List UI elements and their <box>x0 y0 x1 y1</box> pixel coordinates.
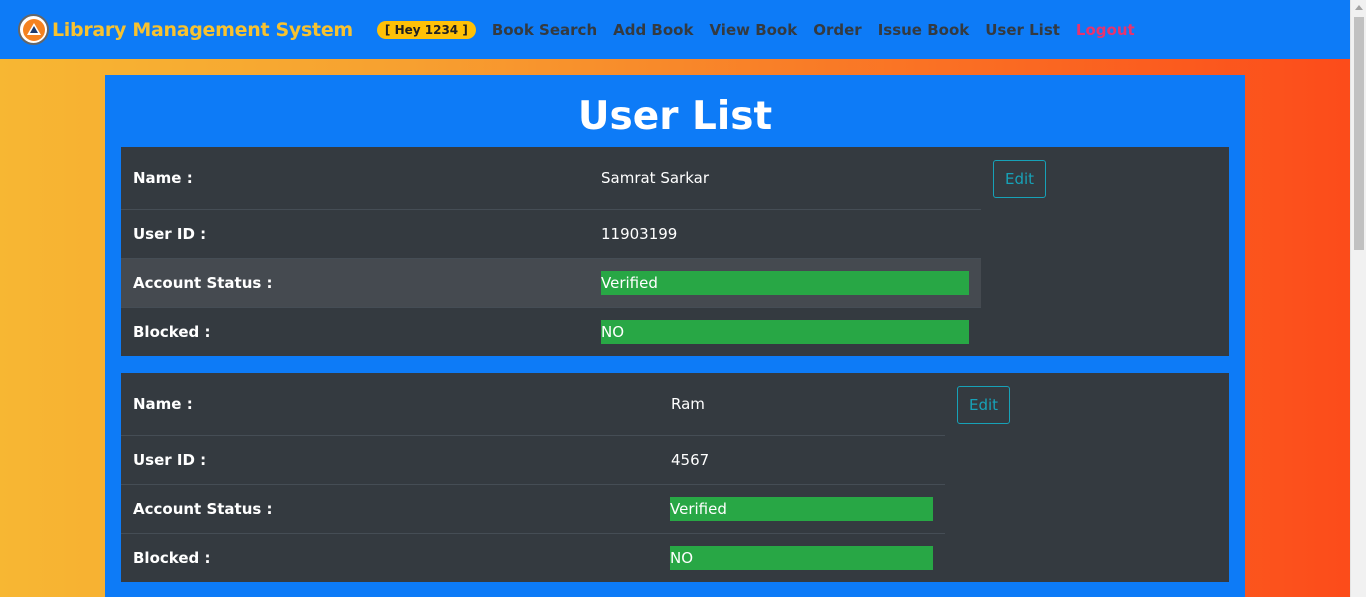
name-row: Name : Samrat Sarkar <box>121 147 981 210</box>
blocked-label: Blocked : <box>133 323 211 341</box>
nav-book-search[interactable]: Book Search <box>492 21 597 39</box>
user-id-row: User ID : 4567 <box>121 436 945 485</box>
account-status-row: Account Status : Verified <box>121 485 945 534</box>
edit-user-button[interactable]: Edit <box>993 160 1046 198</box>
brand[interactable]: Library Management System <box>18 14 353 45</box>
scroll-up-arrow-icon[interactable] <box>1355 5 1363 10</box>
user-list-container: User List Name : Samrat Sarkar User ID :… <box>105 75 1245 597</box>
account-status-badge: Verified <box>601 271 969 295</box>
user-id-value: 4567 <box>671 451 710 469</box>
account-status-label: Account Status : <box>133 274 273 292</box>
blocked-row: Blocked : NO <box>121 308 981 356</box>
user-card: Name : Samrat Sarkar User ID : 11903199 … <box>121 147 1229 356</box>
scrollbar-thumb[interactable] <box>1354 17 1364 250</box>
university-logo-icon <box>18 14 49 45</box>
brand-title: Library Management System <box>52 18 353 41</box>
blocked-label: Blocked : <box>133 549 211 567</box>
blocked-status-badge: NO <box>601 320 969 344</box>
name-label: Name : <box>133 395 193 413</box>
account-status-label: Account Status : <box>133 500 273 518</box>
name-row: Name : Ram <box>121 373 945 436</box>
nav-user-list[interactable]: User List <box>985 21 1060 39</box>
page-scrollbar[interactable] <box>1350 0 1366 597</box>
name-label: Name : <box>133 169 193 187</box>
blocked-row: Blocked : NO <box>121 534 945 582</box>
account-status-row: Account Status : Verified <box>121 259 981 308</box>
user-id-label: User ID : <box>133 225 207 243</box>
edit-user-button[interactable]: Edit <box>957 386 1010 424</box>
nav-add-book[interactable]: Add Book <box>613 21 693 39</box>
user-name: Samrat Sarkar <box>601 169 709 187</box>
user-name: Ram <box>671 395 705 413</box>
account-status-badge: Verified <box>670 497 933 521</box>
nav-issue-book[interactable]: Issue Book <box>878 21 970 39</box>
page-title: User List <box>577 94 773 139</box>
user-id-label: User ID : <box>133 451 207 469</box>
user-id-row: User ID : 11903199 <box>121 210 981 259</box>
navbar: Library Management System [ Hey 1234 ] B… <box>0 0 1350 59</box>
user-greeting-badge: [ Hey 1234 ] <box>376 20 476 39</box>
nav-logout[interactable]: Logout <box>1076 21 1135 39</box>
user-id-value: 11903199 <box>601 225 678 243</box>
blocked-status-badge: NO <box>670 546 933 570</box>
nav-order[interactable]: Order <box>813 21 861 39</box>
user-card: Name : Ram User ID : 4567 Account Status… <box>121 373 1229 582</box>
nav-view-book[interactable]: View Book <box>709 21 797 39</box>
